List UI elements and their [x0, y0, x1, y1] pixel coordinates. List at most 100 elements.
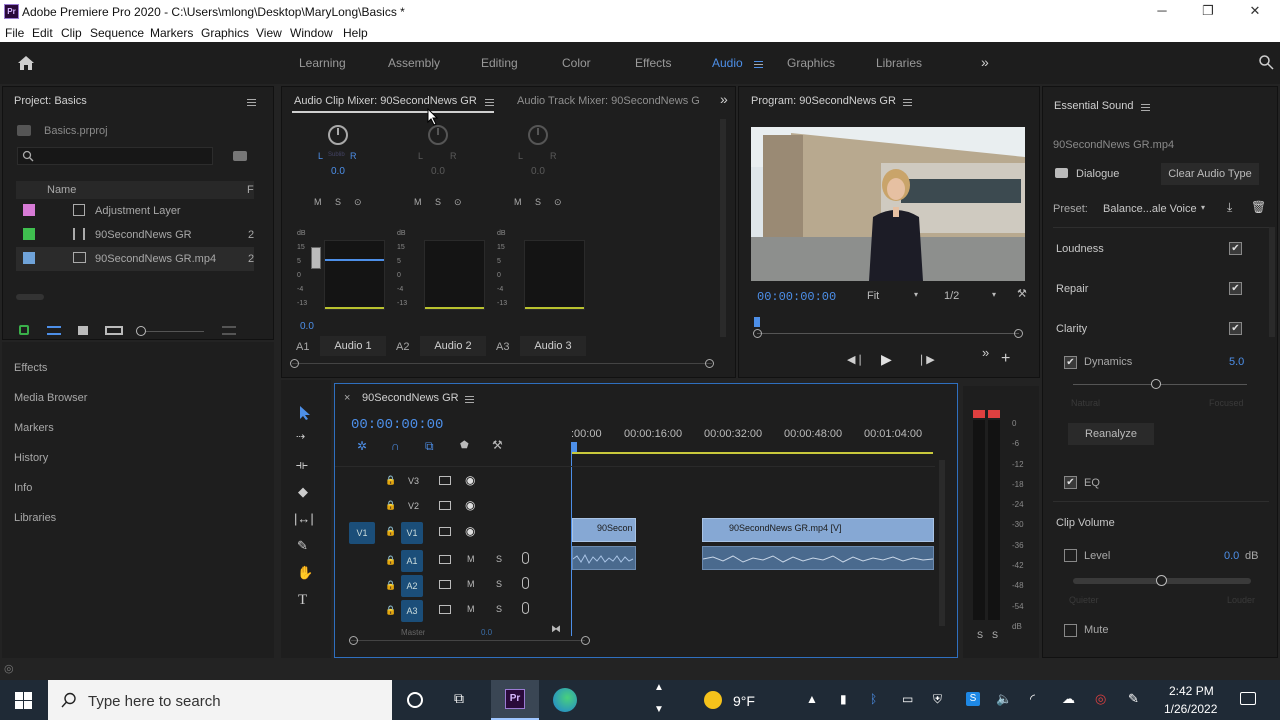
microphone-icon[interactable] — [522, 577, 529, 589]
column-frame-rate[interactable]: F — [247, 184, 254, 196]
pan-value[interactable]: 0.0 — [331, 166, 345, 177]
close-button[interactable]: ✕ — [1247, 3, 1263, 19]
zoom-to-fit-icon[interactable]: ⧓ — [551, 624, 561, 635]
chevron-down-icon[interactable]: ▾ — [1201, 203, 1205, 212]
clock-time[interactable]: 2:42 PM — [1169, 684, 1214, 698]
selection-tool-icon[interactable] — [298, 405, 312, 421]
track-target-a2[interactable]: A2 — [401, 575, 423, 597]
home-icon[interactable] — [17, 55, 35, 71]
info-panel-tab[interactable]: Info — [14, 482, 32, 494]
windows-start-icon[interactable] — [15, 692, 32, 709]
eye-icon[interactable]: ◉ — [465, 473, 475, 487]
tab-audio[interactable]: Audio — [712, 56, 743, 70]
program-monitor-title[interactable]: Program: 90SecondNews GR — [751, 95, 896, 107]
icon-view-icon[interactable] — [78, 326, 88, 335]
effects-panel-tab[interactable]: Effects — [14, 362, 47, 374]
eye-icon[interactable]: ◉ — [465, 498, 475, 512]
mute-button[interactable]: M — [514, 197, 522, 207]
eye-icon[interactable]: ◉ — [465, 524, 475, 538]
lock-icon[interactable]: 🔒 — [385, 475, 396, 486]
more-workspaces-icon[interactable]: » — [981, 54, 989, 70]
linked-selection-icon[interactable]: ⧉ — [425, 439, 434, 454]
lock-icon[interactable] — [19, 325, 29, 335]
zoom-fit-select[interactable]: Fit — [867, 290, 879, 302]
zoom-slider-track[interactable] — [146, 331, 204, 332]
mute-track-button[interactable]: M — [467, 554, 475, 564]
tab-editing[interactable]: Editing — [481, 56, 518, 70]
track-target-a1[interactable]: A1 — [401, 550, 423, 572]
scroll-handle-left[interactable] — [290, 359, 299, 368]
level-value[interactable]: 0.0 — [1224, 550, 1239, 562]
wifi-icon[interactable]: ◜ — [1030, 691, 1035, 707]
weather-sun-icon[interactable] — [704, 691, 722, 709]
sync-lock-icon[interactable] — [439, 555, 451, 564]
zoom-slider-handle[interactable] — [136, 326, 146, 336]
menu-markers[interactable]: Markers — [150, 26, 193, 40]
essential-sound-title[interactable]: Essential Sound — [1054, 100, 1134, 112]
menu-help[interactable]: Help — [343, 26, 368, 40]
pen-icon[interactable]: ✎ — [1128, 691, 1139, 707]
level-slider-handle[interactable] — [1156, 575, 1167, 586]
pan-value[interactable]: 0.0 — [431, 166, 445, 177]
audio-workspace-menu-icon[interactable] — [754, 59, 763, 71]
project-search-input[interactable] — [17, 147, 213, 165]
markers-panel-tab[interactable]: Markers — [14, 422, 54, 434]
audio-track-mixer-tab[interactable]: Audio Track Mixer: 90SecondNews G — [517, 95, 700, 107]
essential-sound-menu-icon[interactable] — [1141, 102, 1150, 114]
record-button[interactable]: ⊙ — [554, 197, 562, 208]
sync-lock-icon[interactable] — [439, 527, 451, 536]
list-item[interactable]: Adjustment Layer — [16, 199, 254, 223]
media-browser-panel-tab[interactable]: Media Browser — [14, 392, 87, 404]
scroll-handle-right[interactable] — [1014, 329, 1023, 338]
clock-date[interactable]: 1/26/2022 — [1164, 702, 1217, 716]
scroll-handle-right[interactable] — [581, 636, 590, 645]
chevron-down-icon[interactable]: ▾ — [914, 290, 918, 299]
timeline-timecode[interactable]: 00:00:00:00 — [351, 417, 443, 433]
list-item[interactable]: 90SecondNews GR.mp4 2 — [16, 247, 254, 271]
onedrive-icon[interactable]: ☁ — [1062, 691, 1075, 707]
column-name[interactable]: Name — [47, 184, 76, 196]
google-drive-icon[interactable]: ▲ — [806, 692, 818, 706]
menu-clip[interactable]: Clip — [61, 26, 82, 40]
sync-lock-icon[interactable] — [439, 605, 451, 614]
repair-checkbox[interactable]: ✔ — [1229, 282, 1242, 295]
work-area-bar[interactable] — [571, 452, 933, 454]
restore-button[interactable]: ❐ — [1200, 3, 1216, 19]
menu-graphics[interactable]: Graphics — [201, 26, 249, 40]
menu-view[interactable]: View — [256, 26, 282, 40]
sequence-tab[interactable]: 90SecondNews GR — [362, 392, 459, 404]
chevron-up-icon[interactable]: ▲ — [654, 682, 664, 693]
repair-section[interactable]: Repair — [1056, 283, 1088, 295]
mute-button[interactable]: M — [414, 197, 422, 207]
video-clip[interactable]: 90Secon — [572, 518, 636, 542]
audio-clip[interactable] — [702, 546, 934, 570]
reanalyze-button[interactable]: Reanalyze — [1068, 423, 1154, 445]
creative-cloud-icon[interactable]: ◎ — [1095, 691, 1106, 707]
project-panel-title[interactable]: Project: Basics — [14, 95, 87, 107]
tab-learning[interactable]: Learning — [299, 56, 346, 70]
record-button[interactable]: ⊙ — [454, 197, 462, 208]
button-editor-add-icon[interactable]: + — [1001, 350, 1010, 368]
snap-magnet-icon[interactable]: ∩ — [391, 439, 400, 453]
new-search-bin-icon[interactable] — [233, 151, 247, 161]
menu-edit[interactable]: Edit — [32, 26, 53, 40]
source-patch-v1[interactable]: V1 — [349, 522, 375, 544]
clarity-section[interactable]: Clarity — [1056, 323, 1087, 335]
ripple-edit-tool-icon[interactable]: ⟛ — [296, 457, 308, 473]
edge-browser-icon[interactable] — [553, 688, 577, 712]
loudness-section[interactable]: Loudness — [1056, 243, 1104, 255]
mixer-scrollbar[interactable] — [720, 119, 726, 337]
playhead-track[interactable] — [757, 333, 1019, 334]
tab-libraries[interactable]: Libraries — [876, 56, 922, 70]
loudness-checkbox[interactable]: ✔ — [1229, 242, 1242, 255]
menu-sequence[interactable]: Sequence — [90, 26, 144, 40]
more-buttons-icon[interactable]: » — [982, 345, 989, 360]
video-clip[interactable]: 90SecondNews GR.mp4 [V] — [702, 518, 934, 542]
menu-file[interactable]: File — [5, 26, 24, 40]
usb-icon[interactable]: ▮ — [840, 692, 847, 706]
audio-clip[interactable] — [572, 546, 636, 570]
microphone-icon[interactable] — [522, 602, 529, 614]
volume-fader-handle[interactable] — [311, 247, 321, 269]
pen-tool-icon[interactable]: ✎ — [297, 538, 308, 554]
close-sequence-icon[interactable]: × — [344, 392, 350, 404]
